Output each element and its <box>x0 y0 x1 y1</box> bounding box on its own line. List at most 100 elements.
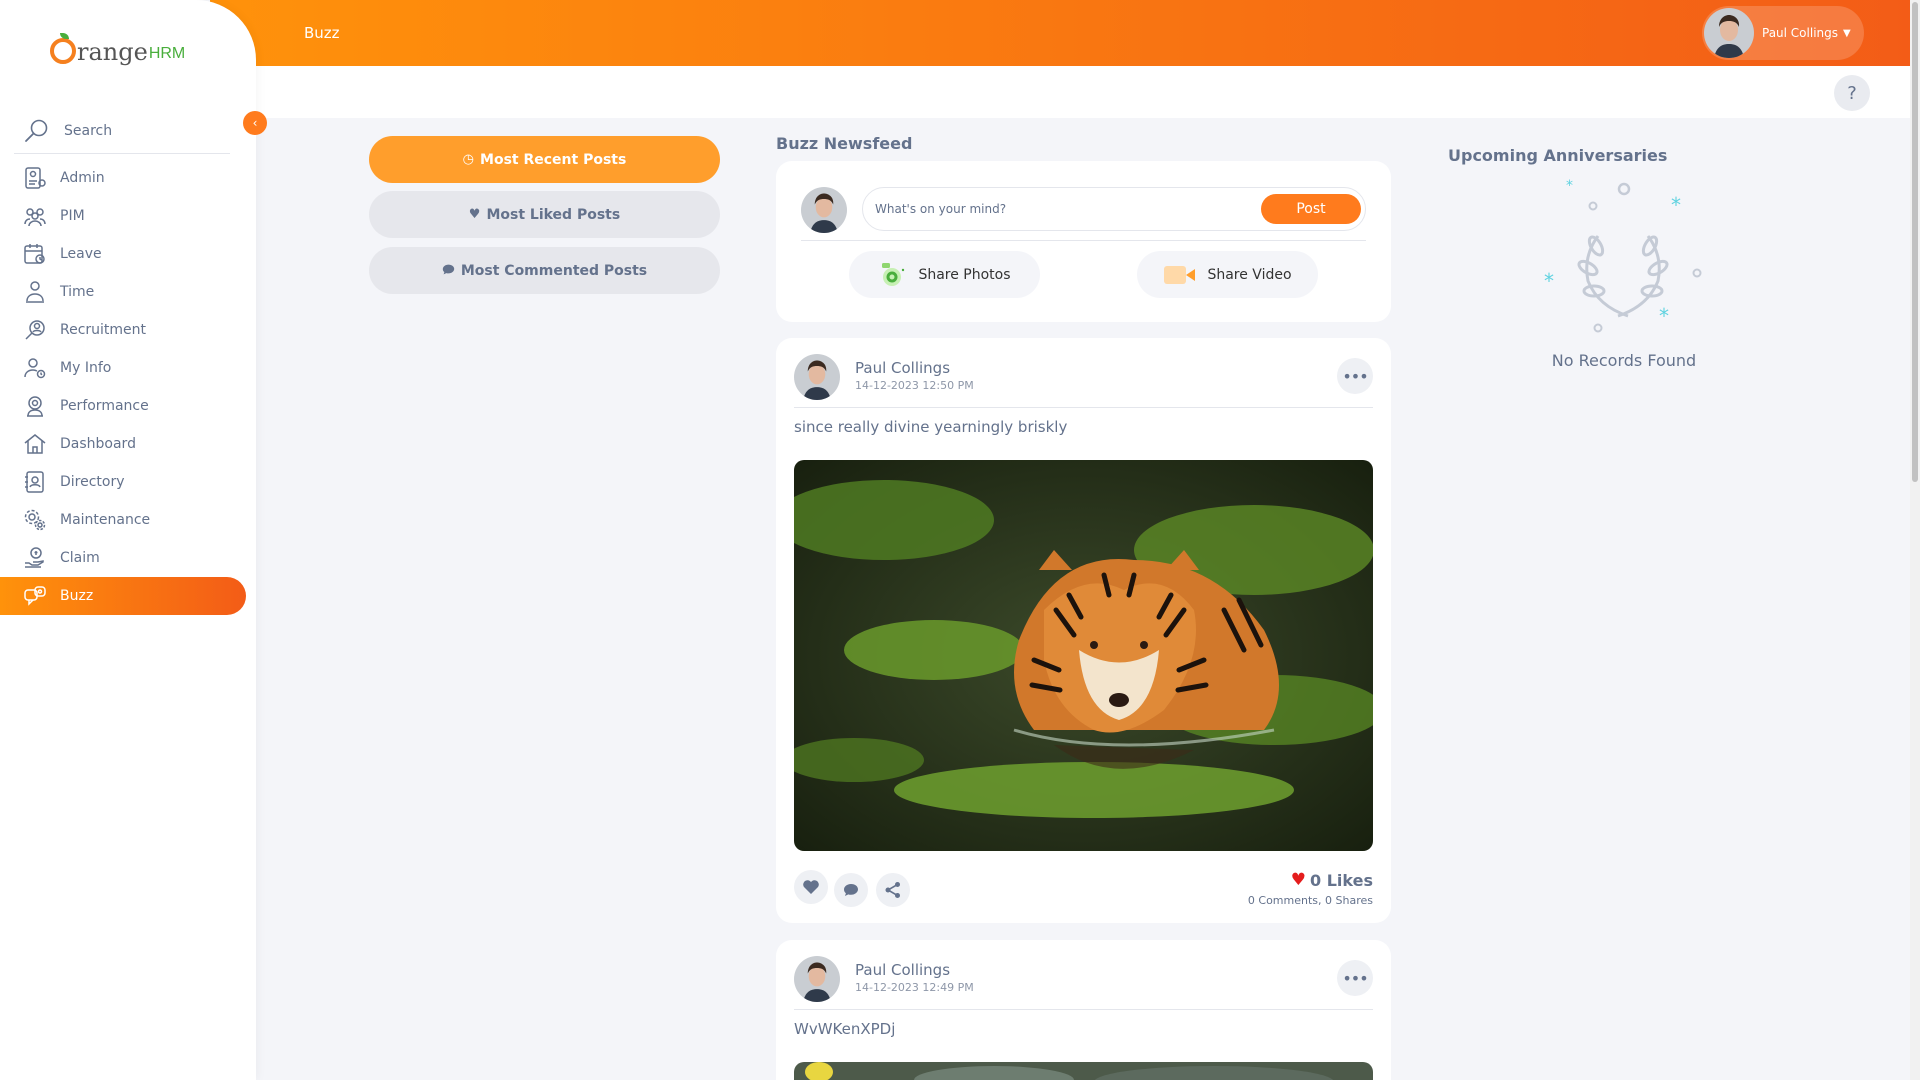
post-image[interactable] <box>794 460 1373 851</box>
post-button[interactable]: Post <box>1261 194 1361 224</box>
sidebar-item-my-info[interactable]: My Info <box>0 349 246 387</box>
post-photo <box>794 1062 1373 1080</box>
sidebar-item-leave[interactable]: Leave <box>0 235 246 273</box>
sidebar-item-label: Claim <box>60 550 100 566</box>
clock-icon: ◷ <box>462 152 475 167</box>
like-button[interactable] <box>794 870 828 904</box>
sidebar-item-label: Leave <box>60 246 102 262</box>
caret-down-icon: ▼ <box>1843 27 1851 39</box>
comment-button[interactable] <box>834 873 868 907</box>
post-image[interactable] <box>794 1062 1373 1080</box>
post-options-button[interactable]: ••• <box>1337 358 1373 394</box>
post-text: WvWKenXPDj <box>794 1020 896 1038</box>
comment-icon <box>442 263 455 279</box>
heart-icon <box>803 880 819 894</box>
most-liked-posts-button[interactable]: ♥ Most Liked Posts <box>369 191 720 238</box>
topbar: Buzz Paul Collings ▼ <box>210 0 1920 66</box>
sidebar-item-buzz[interactable]: Buzz <box>0 577 246 615</box>
share-button[interactable] <box>876 873 910 907</box>
shares-count-link[interactable]: 0 Shares <box>1325 894 1373 907</box>
post-input-container: Post <box>862 187 1366 231</box>
sidebar-item-claim[interactable]: Claim <box>0 539 246 577</box>
post-author: Paul Collings <box>855 359 951 377</box>
no-records-message: No Records Found <box>1551 351 1697 370</box>
sidebar-item-label: Maintenance <box>60 512 151 528</box>
post-input[interactable] <box>875 202 1255 216</box>
share-video-button[interactable]: Share Video <box>1137 251 1318 298</box>
sidebar-item-recruitment[interactable]: Recruitment <box>0 311 246 349</box>
comments-count-link[interactable]: 0 Comments <box>1248 894 1318 907</box>
laurel-wreath-icon: * * * * <box>1544 178 1702 333</box>
sidebar-item-label: Recruitment <box>60 322 147 338</box>
tiger-photo <box>794 460 1373 851</box>
sidebar-collapse-button[interactable]: ‹ <box>243 111 267 135</box>
main-menu: Admin PIM Leave Time Recruitment My Info… <box>0 159 256 615</box>
divider <box>794 407 1373 408</box>
camera-icon <box>882 262 905 286</box>
divider <box>801 240 1366 241</box>
heart-icon: ♥ <box>1290 870 1307 890</box>
avatar[interactable] <box>794 956 840 1002</box>
maintenance-icon <box>22 507 48 533</box>
recruitment-icon <box>22 317 48 343</box>
sidebar-item-performance[interactable]: Performance <box>0 387 246 425</box>
more-dots-icon: ••• <box>1342 366 1368 386</box>
heart-icon: ♥ <box>468 207 481 222</box>
page-scrollbar[interactable] <box>1910 0 1920 1080</box>
chevron-left-icon: ‹ <box>252 116 258 130</box>
post-options-button[interactable]: ••• <box>1337 960 1373 996</box>
newsfeed-title: Buzz Newsfeed <box>776 134 913 153</box>
pim-icon <box>22 203 48 229</box>
help-button[interactable]: ? <box>1834 75 1870 111</box>
share-photos-button[interactable]: Share Photos <box>849 251 1040 298</box>
like-count: ♥ 0 Likes <box>1291 870 1373 890</box>
sidebar-search <box>14 108 230 154</box>
sidebar-item-directory[interactable]: Directory <box>0 463 246 501</box>
user-name: Paul Collings <box>1762 26 1839 40</box>
subheader-bar: ? <box>256 66 1910 118</box>
post-card: Paul Collings 14-12-2023 12:49 PM ••• Wv… <box>776 940 1391 1080</box>
most-commented-posts-button[interactable]: Most Commented Posts <box>369 247 720 294</box>
sidebar-item-label: Time <box>60 284 95 300</box>
likes-label: 0 Likes <box>1310 870 1373 890</box>
filter-label: Most Liked Posts <box>486 206 621 223</box>
scrollbar-thumb[interactable] <box>1912 2 1918 482</box>
svg-text:*: * <box>1671 193 1681 217</box>
share-icon <box>885 882 900 898</box>
post-stats: 0 Comments, 0 Shares <box>1247 894 1373 907</box>
post-author: Paul Collings <box>855 961 951 979</box>
more-dots-icon: ••• <box>1342 968 1368 988</box>
user-dropdown[interactable]: Paul Collings ▼ <box>1702 6 1864 60</box>
divider <box>794 1009 1373 1010</box>
sidebar-item-dashboard[interactable]: Dashboard <box>0 425 246 463</box>
search-input[interactable] <box>64 122 214 139</box>
post-date: 14-12-2023 12:50 PM <box>855 379 974 392</box>
sidebar-item-maintenance[interactable]: Maintenance <box>0 501 246 539</box>
share-video-label: Share Video <box>1207 266 1292 283</box>
svg-text:*: * <box>1544 269 1554 293</box>
share-photos-label: Share Photos <box>918 266 1011 283</box>
sidebar-item-pim[interactable]: PIM <box>0 197 246 235</box>
sidebar-item-time[interactable]: Time <box>0 273 246 311</box>
search-icon <box>25 119 48 142</box>
leave-icon <box>22 241 48 267</box>
sidebar-item-label: Performance <box>60 398 149 414</box>
comment-icon <box>844 884 858 896</box>
post-card: Paul Collings 14-12-2023 12:50 PM ••• si… <box>776 338 1391 923</box>
claim-icon <box>22 545 48 571</box>
svg-text:*: * <box>1659 304 1669 328</box>
most-recent-posts-button[interactable]: ◷ Most Recent Posts <box>369 136 720 183</box>
performance-icon <box>22 393 48 419</box>
buzz-icon <box>22 583 48 609</box>
my-info-icon <box>22 355 48 381</box>
avatar[interactable] <box>794 354 840 400</box>
directory-icon <box>22 469 48 495</box>
orange-logo-icon <box>50 33 76 64</box>
post-text: since really divine yearningly briskly <box>794 418 1068 436</box>
sidebar-item-admin[interactable]: Admin <box>0 159 246 197</box>
help-icon: ? <box>1847 82 1857 104</box>
avatar <box>801 187 847 233</box>
sidebar-item-label: My Info <box>60 360 112 376</box>
sidebar-item-label: Buzz <box>60 588 94 604</box>
orangehrm-logo[interactable]: range HRM <box>50 30 185 64</box>
